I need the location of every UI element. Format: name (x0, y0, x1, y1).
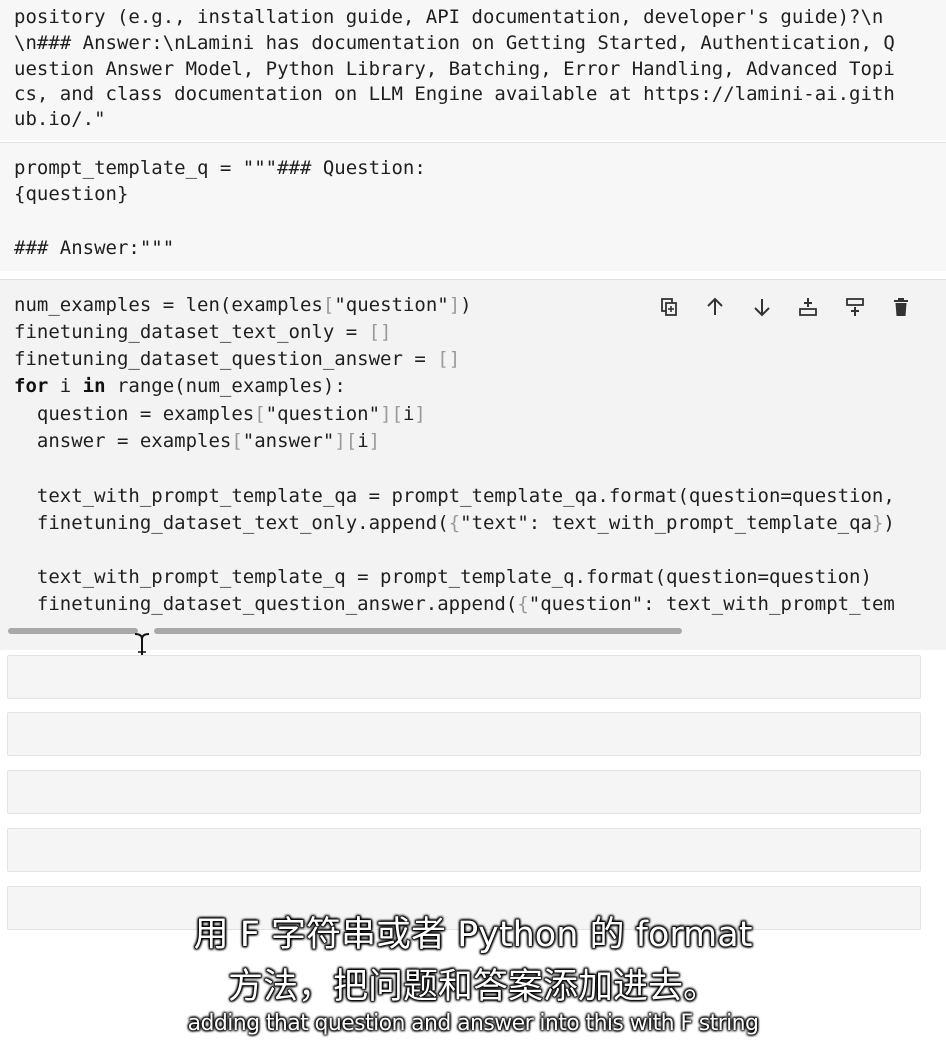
empty-code-cell[interactable] (7, 655, 921, 699)
output-line: uestion Answer Model, Python Library, Ba… (14, 58, 895, 80)
code-cell-active[interactable]: num_examples = len(examples["question"])… (0, 279, 946, 650)
code-line: ### Answer:""" (14, 237, 175, 259)
output-line: pository (e.g., installation guide, API … (14, 6, 884, 28)
insert-below-button[interactable] (838, 291, 872, 323)
code-line: num_examples = len(examples["question"]) (14, 294, 472, 316)
code-line: text_with_prompt_template_qa = prompt_te… (14, 485, 895, 507)
empty-code-cell[interactable] (7, 828, 921, 872)
code-cell-prompt-template[interactable]: prompt_template_q = """### Question: {qu… (0, 142, 946, 271)
code-line: answer = examples["answer"][i] (14, 430, 381, 452)
code-line: finetuning_dataset_text_only.append({"te… (14, 512, 895, 534)
code-line: text_with_prompt_template_q = prompt_tem… (14, 566, 872, 588)
cell-output: pository (e.g., installation guide, API … (0, 0, 946, 140)
code-line: finetuning_dataset_question_answer.appen… (14, 593, 895, 615)
code-line: question = examples["question"][i] (14, 403, 426, 425)
empty-code-cell[interactable] (7, 770, 921, 814)
arrow-down-icon (754, 299, 770, 317)
duplicate-icon (661, 298, 677, 316)
subtitle-english: adding that question and answer into thi… (187, 1011, 759, 1036)
delete-cell-button[interactable] (884, 291, 918, 323)
trash-icon (893, 298, 908, 316)
code-line: {question} (14, 183, 129, 205)
subtitle-chinese-line-1: 用 F 字符串或者 Python 的 format (193, 914, 753, 955)
code-line: prompt_template_q = """### Question: (14, 157, 426, 179)
insert-above-button[interactable] (791, 291, 825, 323)
move-down-button[interactable] (745, 291, 779, 323)
code-line: finetuning_dataset_question_answer = [] (14, 348, 461, 370)
move-up-button[interactable] (698, 291, 732, 323)
code-line: for i in range(num_examples): (14, 375, 346, 397)
cell-toolbar (652, 291, 918, 323)
insert-above-icon (799, 298, 818, 316)
output-line: \n### Answer:\nLamini has documentation … (14, 32, 895, 54)
insert-below-icon (845, 298, 864, 316)
duplicate-cell-button[interactable] (652, 291, 686, 323)
code-line: finetuning_dataset_text_only = [] (14, 321, 392, 343)
scrollbar-thumb[interactable] (8, 628, 138, 634)
scrollbar-thumb[interactable] (154, 628, 682, 634)
output-line: ub.io/." (14, 108, 106, 130)
arrow-up-icon (707, 297, 724, 315)
output-line: cs, and class documentation on LLM Engin… (14, 83, 895, 105)
empty-code-cell[interactable] (7, 712, 921, 756)
subtitle-chinese-line-2: 方法，把问题和答案添加进去。 (227, 966, 718, 1007)
